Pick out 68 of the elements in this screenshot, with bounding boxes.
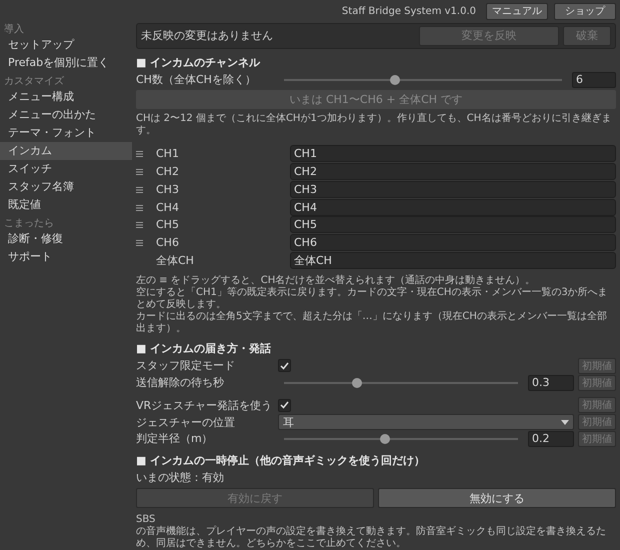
- channel-label: 全体CH: [156, 253, 195, 268]
- drag-handle-icon[interactable]: [136, 204, 143, 211]
- section-heading: ■ インカムの届き方・発話: [136, 341, 272, 358]
- drag-handle-icon[interactable]: [136, 222, 143, 228]
- note-text: 左の ≡ をドラッグすると、CH名だけを並べ替えられます（通話の中身は動きません）。: [136, 275, 536, 286]
- sidebar-item[interactable]: セットアップ: [0, 36, 132, 54]
- channel-name-field[interactable]: CH4: [290, 198, 616, 216]
- slider-track[interactable]: [284, 376, 518, 389]
- app-title: Staff Bridge System v1.0.0: [342, 6, 476, 17]
- value-field[interactable]: 0.3: [528, 374, 574, 391]
- channel-name-field[interactable]: CH5: [290, 216, 616, 234]
- slider-thumb[interactable]: [390, 74, 400, 85]
- header-button[interactable]: マニュアル: [486, 2, 548, 20]
- value-field[interactable]: 6: [572, 72, 616, 88]
- setting-label: スタッフ限定モード: [136, 358, 236, 374]
- drag-handle-icon[interactable]: [136, 186, 143, 193]
- channel-label: CH4: [156, 200, 180, 214]
- setting-label: VRジェスチャー発話を使う: [136, 398, 274, 413]
- note-text: SBS: [136, 514, 156, 526]
- sidebar-item[interactable]: スイッチ: [0, 160, 132, 178]
- sidebar-heading: こまったら: [3, 217, 55, 230]
- slider-track[interactable]: [284, 432, 518, 445]
- channel-label: CH1: [156, 147, 180, 160]
- channel-name-field[interactable]: CH6: [290, 234, 616, 252]
- sidebar-heading: カスタマイズ: [3, 75, 65, 88]
- note-text: 空にすると「CH1」等の既定表示に戻ります。カードの文字・現在CHの表示・メンバー一覧の3か所へまとめて反映します。: [136, 287, 609, 310]
- drag-handle-icon[interactable]: [136, 240, 143, 246]
- channel-label: CH6: [156, 236, 180, 250]
- sidebar-item[interactable]: インカム: [0, 142, 132, 160]
- drag-handle-icon[interactable]: [136, 151, 143, 158]
- note-text: カードに出るのは全角5文字までで、超えた分は「…」になります（現在CHの表示とメンバー一覧は全部出ます）。: [136, 311, 608, 336]
- drag-handle-icon[interactable]: [136, 168, 143, 175]
- caret-icon: [561, 420, 569, 425]
- sidebar-item[interactable]: 既定値: [0, 196, 132, 214]
- value-field[interactable]: 0.2: [528, 430, 574, 447]
- note-text: の音声機能は、プレイヤーの声の設定を書き換えて動きます。防音室ギミックも同じ設定を書き換えるため、同居はできません。どちらかをここで止めてください。: [136, 526, 607, 550]
- channel-name-field[interactable]: CH2: [290, 162, 616, 180]
- status-text: いまの状態：有効: [136, 470, 225, 486]
- sidebar-item[interactable]: スタッフ名簿: [0, 178, 132, 196]
- channel-name-field[interactable]: 全体CH: [290, 252, 616, 270]
- section-heading: ■ インカムの一時停止（他の音声ギミックを使う回だけ）: [136, 453, 426, 470]
- header-button[interactable]: ショップ: [554, 2, 616, 20]
- channel-label: CH2: [156, 164, 180, 178]
- setting-label: CH数（全体CHを除く）: [136, 72, 257, 88]
- channel-name-field[interactable]: CH3: [290, 180, 616, 198]
- sidebar-item[interactable]: 診断・修復: [0, 230, 132, 248]
- channel-label: CH5: [156, 218, 180, 232]
- channel-label: CH3: [156, 182, 180, 196]
- sidebar-item[interactable]: テーマ・フォント: [0, 124, 132, 142]
- slider-thumb[interactable]: [380, 434, 390, 444]
- setting-label: 送信解除の待ち秒: [136, 375, 225, 390]
- toggle-button[interactable]: 無効にする: [378, 488, 616, 508]
- checkbox[interactable]: [278, 359, 291, 372]
- sidebar-item[interactable]: メニュー構成: [0, 88, 132, 106]
- section-heading: ■ インカムのチャンネル: [136, 55, 262, 72]
- sidebar-item[interactable]: Prefabを個別に置く: [0, 54, 132, 72]
- sidebar-item[interactable]: サポート: [0, 248, 132, 266]
- checkbox[interactable]: [278, 398, 291, 412]
- sidebar-item[interactable]: メニューの出かた: [0, 106, 132, 124]
- position-dropdown[interactable]: 耳: [278, 414, 574, 430]
- note-text: CHは 2〜12 個まで（これに全体CHが1つ加わります）。作り直しても、CH名は番号どおりに引き継ぎます。: [136, 113, 612, 138]
- sidebar-heading: 導入: [3, 22, 25, 36]
- slider-thumb[interactable]: [352, 378, 362, 388]
- slider-track[interactable]: [284, 74, 562, 86]
- setting-label: ジェスチャーの位置: [136, 414, 236, 430]
- setting-label: 判定半径（m）: [136, 431, 214, 446]
- channel-name-field[interactable]: CH1: [290, 145, 616, 162]
- status-message: 未反映の変更はありません: [141, 28, 274, 44]
